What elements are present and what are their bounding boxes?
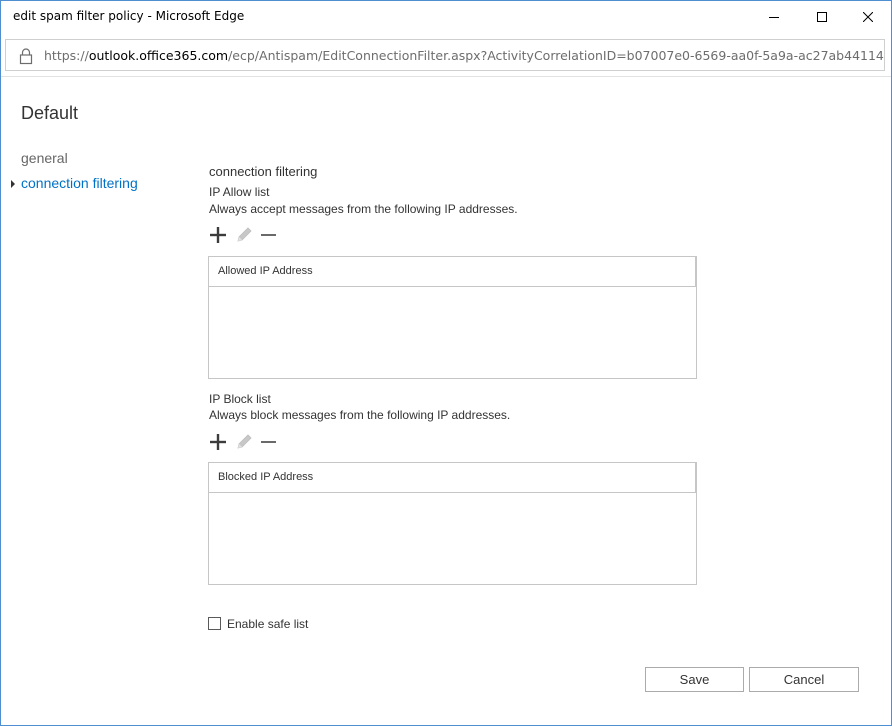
page-title: Default — [21, 103, 79, 123]
maximize-icon — [817, 12, 827, 22]
add-icon — [210, 227, 226, 243]
nav-selected-arrow-icon — [11, 180, 15, 188]
window-title: edit spam filter policy - Microsoft Edge — [13, 9, 245, 23]
maximize-button[interactable] — [799, 1, 845, 33]
allow-list-description: Always accept messages from the followin… — [209, 202, 518, 216]
enable-safe-list-checkbox[interactable] — [208, 617, 221, 630]
remove-icon — [261, 441, 276, 443]
block-list-label: IP Block list — [209, 392, 271, 406]
remove-icon — [261, 234, 276, 236]
url-host: outlook.office365.com — [88, 48, 229, 63]
allow-add-button[interactable] — [209, 226, 229, 244]
close-button[interactable] — [845, 1, 891, 33]
block-list-column-header: Blocked IP Address — [218, 471, 314, 483]
nav-item-connection-filtering[interactable]: connection filtering — [21, 175, 138, 191]
minimize-button[interactable] — [751, 1, 797, 33]
allow-list-table[interactable]: Allowed IP Address — [208, 256, 697, 379]
url-text[interactable]: https://outlook.office365.com/ecp/Antisp… — [44, 48, 884, 63]
save-button[interactable]: Save — [645, 667, 744, 692]
section-title: connection filtering — [209, 164, 318, 179]
allow-list-label: IP Allow list — [209, 185, 270, 199]
block-edit-button[interactable] — [235, 433, 255, 451]
block-list-toolbar — [209, 433, 289, 451]
allow-remove-button[interactable] — [259, 226, 279, 244]
allow-list-header[interactable]: Allowed IP Address — [209, 257, 696, 287]
block-list-header[interactable]: Blocked IP Address — [209, 463, 696, 493]
add-icon — [210, 434, 226, 450]
block-list-description: Always block messages from the following… — [209, 408, 511, 422]
header-divider — [1, 76, 891, 77]
cancel-button[interactable]: Cancel — [749, 667, 859, 692]
block-add-button[interactable] — [209, 433, 229, 451]
edit-icon — [237, 227, 252, 242]
allow-list-toolbar — [209, 226, 289, 244]
enable-safe-list-label[interactable]: Enable safe list — [227, 617, 308, 631]
nav-item-general[interactable]: general — [21, 150, 68, 166]
title-bar: edit spam filter policy - Microsoft Edge — [1, 1, 891, 33]
block-remove-button[interactable] — [259, 433, 279, 451]
edit-icon — [237, 434, 252, 449]
minimize-icon — [769, 17, 779, 18]
address-bar[interactable]: https://outlook.office365.com/ecp/Antisp… — [5, 39, 885, 71]
browser-window: edit spam filter policy - Microsoft Edge… — [0, 0, 892, 726]
column-separator — [695, 257, 696, 286]
block-list-table[interactable]: Blocked IP Address — [208, 462, 697, 585]
url-path: /ecp/Antispam/EditConnectionFilter.aspx?… — [228, 48, 884, 63]
allow-edit-button[interactable] — [235, 226, 255, 244]
url-prefix: https:// — [44, 48, 89, 63]
lock-icon — [19, 48, 33, 65]
column-separator — [695, 463, 696, 492]
allow-list-column-header: Allowed IP Address — [218, 265, 313, 277]
close-icon — [863, 12, 873, 22]
